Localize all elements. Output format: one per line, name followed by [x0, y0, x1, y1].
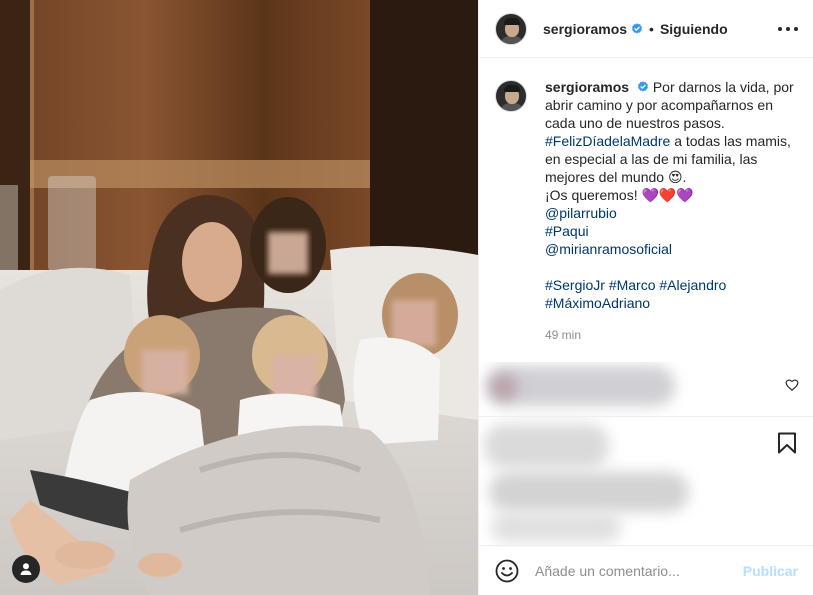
hashtag-link[interactable]: #MáximoAdriano: [545, 294, 805, 312]
post-photo[interactable]: [0, 0, 478, 595]
caption-username[interactable]: sergioramos: [545, 79, 629, 95]
caption-avatar[interactable]: [495, 80, 527, 112]
hashtag-link[interactable]: #FelizDíadelaMadre: [545, 133, 670, 149]
hashtag-link[interactable]: #Marco: [609, 277, 656, 293]
user-tag-button[interactable]: [12, 555, 40, 583]
verified-badge-icon: [637, 81, 648, 92]
comment-bar: Publicar: [479, 545, 813, 595]
post-timestamp: 49 min: [545, 328, 582, 342]
header-username[interactable]: sergioramos: [543, 21, 627, 37]
caption-line-3: ¡Os queremos! 💜❤️💜: [545, 187, 694, 203]
publish-button[interactable]: Publicar: [743, 563, 798, 579]
following-button[interactable]: Siguiendo: [660, 21, 728, 37]
blurred-comments: [479, 362, 813, 547]
family-photo-image: [0, 0, 478, 595]
heart-icon[interactable]: [785, 378, 799, 392]
verified-badge-icon: [632, 22, 643, 33]
mention-link[interactable]: @pilarrubio: [545, 204, 805, 222]
mention-link[interactable]: @mirianramosoficial: [545, 240, 805, 258]
emoji-icon[interactable]: [495, 559, 519, 583]
hashtag-link[interactable]: #Alejandro: [659, 277, 726, 293]
bookmark-icon[interactable]: [777, 432, 797, 454]
avatar[interactable]: [495, 12, 527, 45]
post-caption: sergioramos Por darnos la vida, por abri…: [495, 78, 805, 344]
hashtag-link[interactable]: #SergioJr: [545, 277, 605, 293]
user-tag-icon: [20, 563, 32, 575]
more-options-icon[interactable]: [778, 20, 798, 38]
caption-text: sergioramos Por darnos la vida, por abri…: [545, 78, 805, 344]
post-side-panel: sergioramos • Siguiendo sergioramos Por …: [478, 0, 813, 595]
divider: [479, 416, 813, 417]
post-header: sergioramos • Siguiendo: [479, 0, 813, 58]
header-separator: •: [649, 20, 654, 37]
hashtag-link[interactable]: #Paqui: [545, 222, 805, 240]
comment-input[interactable]: [535, 560, 735, 581]
